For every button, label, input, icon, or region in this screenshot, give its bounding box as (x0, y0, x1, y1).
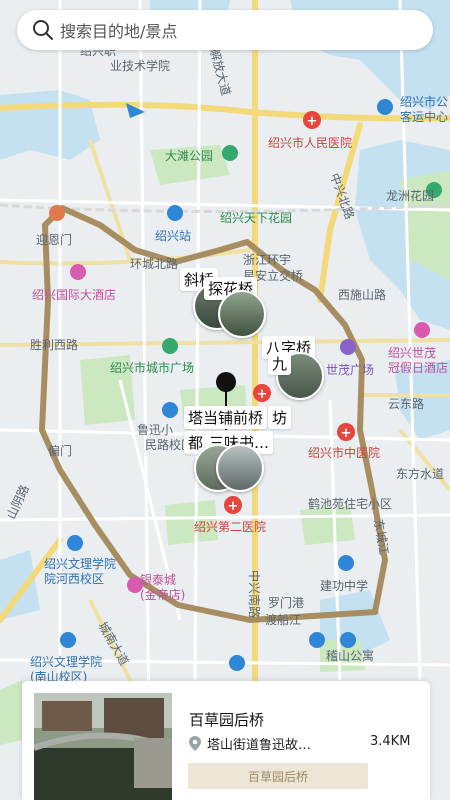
svg-text:龙洲花园: 龙洲花园 (386, 188, 434, 203)
svg-text:绍兴天下花园: 绍兴天下花园 (220, 210, 292, 225)
svg-text:院河西校区: 院河西校区 (44, 571, 104, 586)
svg-text:+: + (228, 499, 239, 514)
svg-text:业技术学院: 业技术学院 (110, 58, 170, 73)
svg-text:绍兴市中医院: 绍兴市中医院 (308, 445, 380, 460)
spot-address-text: 塔山街道鲁迅故… (207, 738, 312, 753)
svg-text:(金帝店): (金帝店) (140, 587, 185, 602)
svg-text:渡船江: 渡船江 (265, 612, 301, 627)
svg-text:+: + (257, 387, 268, 402)
svg-text:绍兴文理学院: 绍兴文理学院 (44, 556, 116, 571)
svg-text:稽山公寓: 稽山公寓 (326, 648, 374, 663)
svg-text:冠假日酒店: 冠假日酒店 (388, 361, 448, 375)
svg-text:银泰城: 银泰城 (140, 573, 176, 587)
svg-text:绍兴站: 绍兴站 (155, 229, 191, 243)
svg-text:中兴南路: 中兴南路 (247, 570, 262, 618)
spot-address: 塔山街道鲁迅故… (189, 734, 311, 753)
svg-text:绍兴国际大酒店: 绍兴国际大酒店 (32, 288, 116, 302)
spot-label: 九 (268, 352, 292, 375)
spot-photo (34, 693, 172, 800)
spot-label: 坊 (268, 406, 292, 429)
svg-text:鲁迅小: 鲁迅小 (137, 423, 173, 437)
svg-text:绍兴市城市广场: 绍兴市城市广场 (110, 360, 194, 375)
svg-text:+: + (307, 114, 318, 129)
spot-distance: 3.4KM (370, 734, 411, 749)
svg-text:大滩公园: 大滩公园 (165, 149, 213, 163)
map[interactable]: + + + + 绍兴职 业技术学院 大滩公园 绍兴市人民医院 绍兴站 绍兴天下花… (0, 0, 450, 800)
spot-thumbnail[interactable] (216, 444, 264, 492)
spot-name: 百草园后桥 (189, 711, 265, 729)
search-placeholder: 搜索目的地/景点 (60, 22, 178, 41)
svg-text:环城北路: 环城北路 (130, 256, 178, 271)
svg-text:客运中心: 客运中心 (400, 109, 448, 124)
search-icon (33, 20, 53, 40)
svg-text:鹤池苑住宅小区: 鹤池苑住宅小区 (308, 496, 392, 511)
svg-text:胜利西路: 胜利西路 (30, 337, 78, 352)
spot-navigate-button[interactable]: 百草园后桥 (188, 763, 368, 789)
svg-text:绍兴第二医院: 绍兴第二医院 (194, 520, 266, 534)
svg-text:罗门港: 罗门港 (268, 595, 304, 610)
svg-text:建功中学: 建功中学 (320, 578, 368, 593)
svg-text:绍兴市人民医院: 绍兴市人民医院 (268, 135, 352, 150)
spot-label: 塔当铺前桥 (184, 406, 268, 429)
spot-thumbnail[interactable] (218, 290, 266, 338)
svg-text:西施山路: 西施山路 (338, 287, 386, 302)
svg-text:绍兴市公: 绍兴市公 (400, 94, 448, 109)
svg-text:偏门: 偏门 (48, 443, 72, 458)
svg-text:浙江环宇: 浙江环宇 (243, 253, 291, 267)
location-pin-icon (189, 736, 201, 751)
spot-detail-card[interactable]: 百草园后桥 塔山街道鲁迅故… 3.4KM 百草园后桥 (22, 681, 430, 800)
svg-text:云东路: 云东路 (388, 396, 424, 411)
map-pin-icon (216, 372, 236, 392)
svg-text:绍兴世茂: 绍兴世茂 (388, 346, 436, 360)
svg-text:+: + (341, 426, 352, 441)
svg-text:绍兴文理学院: 绍兴文理学院 (30, 654, 102, 669)
search-bar[interactable]: 搜索目的地/景点 (17, 10, 433, 50)
svg-text:迎恩门: 迎恩门 (36, 232, 72, 247)
svg-text:东方水道: 东方水道 (396, 466, 444, 481)
svg-text:世茂广场: 世茂广场 (326, 363, 374, 377)
